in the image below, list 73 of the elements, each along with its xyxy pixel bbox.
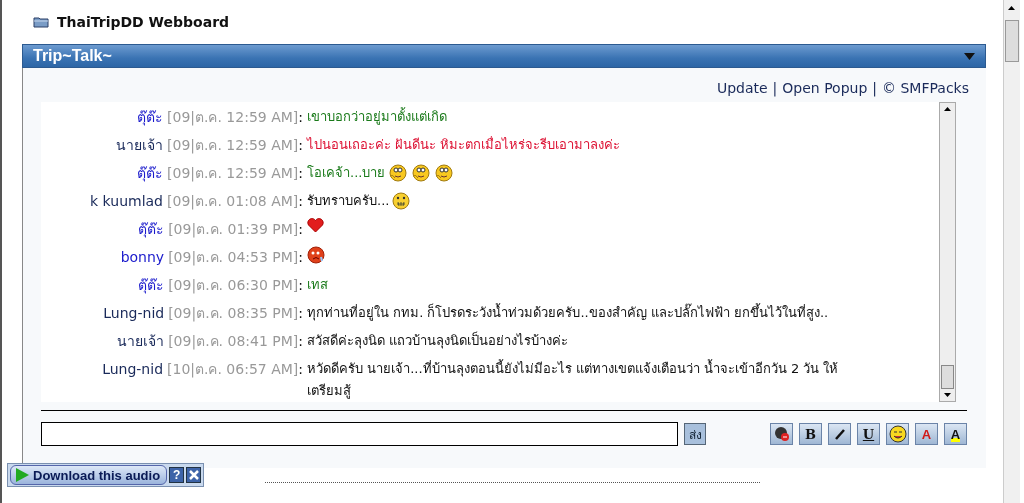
italic-button[interactable]: [828, 423, 851, 445]
scrollbar[interactable]: [939, 102, 956, 402]
timestamp: [09|ต.ค. 04:53 PM]: [168, 248, 299, 268]
timestamp: [09|ต.ค. 12:59 AM]: [167, 108, 299, 128]
author-name[interactable]: bonny: [120, 249, 165, 265]
message-text: หวัดดีครับ นายเจ้า...ที่บ้านลุงตอนนี้ยังไม่มีอะไร แต่ทางเขตแจ้งเตือนว่า น้ำจะเข้าอีกวัน 2 วัน ให้เตรียมสู้: [307, 358, 840, 401]
message-text: เทส: [307, 276, 328, 294]
underline-button[interactable]: U: [857, 423, 880, 445]
message-text: เขาบอกว่าอยู่มาตั้งแต่เกิด: [307, 106, 447, 127]
chat-link[interactable]: Update: [716, 80, 768, 102]
author-name[interactable]: นายเจ้า: [116, 134, 163, 156]
page-scrollbar[interactable]: [1003, 0, 1020, 503]
close-icon: [188, 470, 199, 480]
heart-icon: [307, 218, 324, 233]
separator-colon: :: [298, 137, 303, 153]
timestamp: [09|ต.ค. 01:08 AM]: [167, 192, 299, 212]
bold-button[interactable]: B: [799, 423, 822, 445]
download-audio-button[interactable]: Download this audio: [10, 465, 168, 485]
folder-icon: [33, 16, 49, 28]
smiley-icon: [888, 425, 907, 443]
author-name[interactable]: ตุ๊ต๊ะ: [138, 274, 165, 296]
collapse-icon[interactable]: [964, 52, 975, 60]
timestamp: [09|ต.ค. 08:35 PM]: [168, 304, 299, 324]
link-separator: |: [772, 80, 778, 99]
close-button[interactable]: [186, 467, 202, 483]
author-name[interactable]: ตุ๊ต๊ะ: [137, 162, 163, 184]
message-input[interactable]: [41, 422, 678, 446]
thinking-face-icon: [388, 164, 409, 182]
separator-colon: :: [298, 361, 303, 377]
zipped-face-icon: [392, 192, 411, 210]
sound-icon: [773, 426, 790, 442]
separator-colon: :: [298, 277, 303, 293]
panel-title: Trip~Talk~: [33, 47, 112, 65]
author-name[interactable]: ตุ๊ต๊ะ: [137, 106, 163, 128]
author-name[interactable]: k kuumlad: [90, 193, 163, 209]
thinking-face-icon: [434, 164, 455, 182]
separator-colon: :: [298, 193, 303, 209]
site-title: ThaiTripDD Webboard: [57, 14, 230, 30]
timestamp: [09|ต.ค. 06:30 PM]: [168, 276, 299, 296]
chat-link[interactable]: Open Popup: [782, 80, 868, 102]
italic-icon: [832, 427, 847, 441]
scroll-thumb[interactable]: [1005, 20, 1019, 62]
timestamp: [09|ต.ค. 08:41 PM]: [168, 332, 299, 352]
scroll-thumb[interactable]: [941, 365, 954, 389]
author-name[interactable]: Lung-nid: [103, 305, 165, 321]
sound-button[interactable]: [770, 423, 793, 445]
message-text: สวัสดีค่ะลุงนิด แถวบ้านลุงนิดเป็นอย่างไรบ้างค่ะ: [307, 330, 569, 351]
separator-colon: :: [298, 305, 303, 321]
message-text: โอเคจ้า...บาย: [307, 164, 386, 182]
separator-colon: :: [298, 249, 303, 265]
crying-face-icon: [307, 246, 325, 264]
separator-colon: :: [298, 109, 303, 125]
separator-colon: :: [298, 165, 303, 181]
message-text: ทุกท่านที่อยู่ใน กทม. ก็โปรดระวังน้ำท่วมด้วยครับ..ของสำคัญ และปลั๊กไฟฟ้า ยกขึ้นไว้ในที่สูง..: [307, 302, 829, 323]
timestamp: [09|ต.ค. 12:59 AM]: [167, 164, 299, 184]
separator-colon: :: [298, 333, 303, 349]
timestamp: [09|ต.ค. 01:39 PM]: [168, 220, 299, 240]
highlight-button[interactable]: A: [944, 423, 967, 445]
smiley-button[interactable]: [886, 423, 909, 445]
help-button[interactable]: ?: [169, 467, 185, 483]
author-name[interactable]: นายเจ้า: [117, 330, 165, 352]
timestamp: [10|ต.ค. 06:57 AM]: [167, 360, 299, 380]
send-button[interactable]: ส่ง: [684, 423, 706, 445]
separator-colon: :: [298, 221, 303, 237]
play-icon: [15, 468, 29, 482]
message-text: รับทราบครับ...: [307, 192, 390, 210]
author-name[interactable]: Lung-nid: [102, 361, 163, 377]
thinking-face-icon: [411, 164, 432, 182]
author-name[interactable]: ตุ๊ต๊ะ: [138, 218, 165, 240]
timestamp: [09|ต.ค. 12:59 AM]: [167, 136, 299, 156]
message-text: ไปนอนเถอะค่ะ ฝันดีนะ หิมะตกเมื่อไหร่จะรีบเอามาลงค่ะ: [307, 135, 621, 154]
chat-link[interactable]: © SMFPacks: [882, 80, 969, 102]
link-separator: |: [872, 80, 878, 99]
